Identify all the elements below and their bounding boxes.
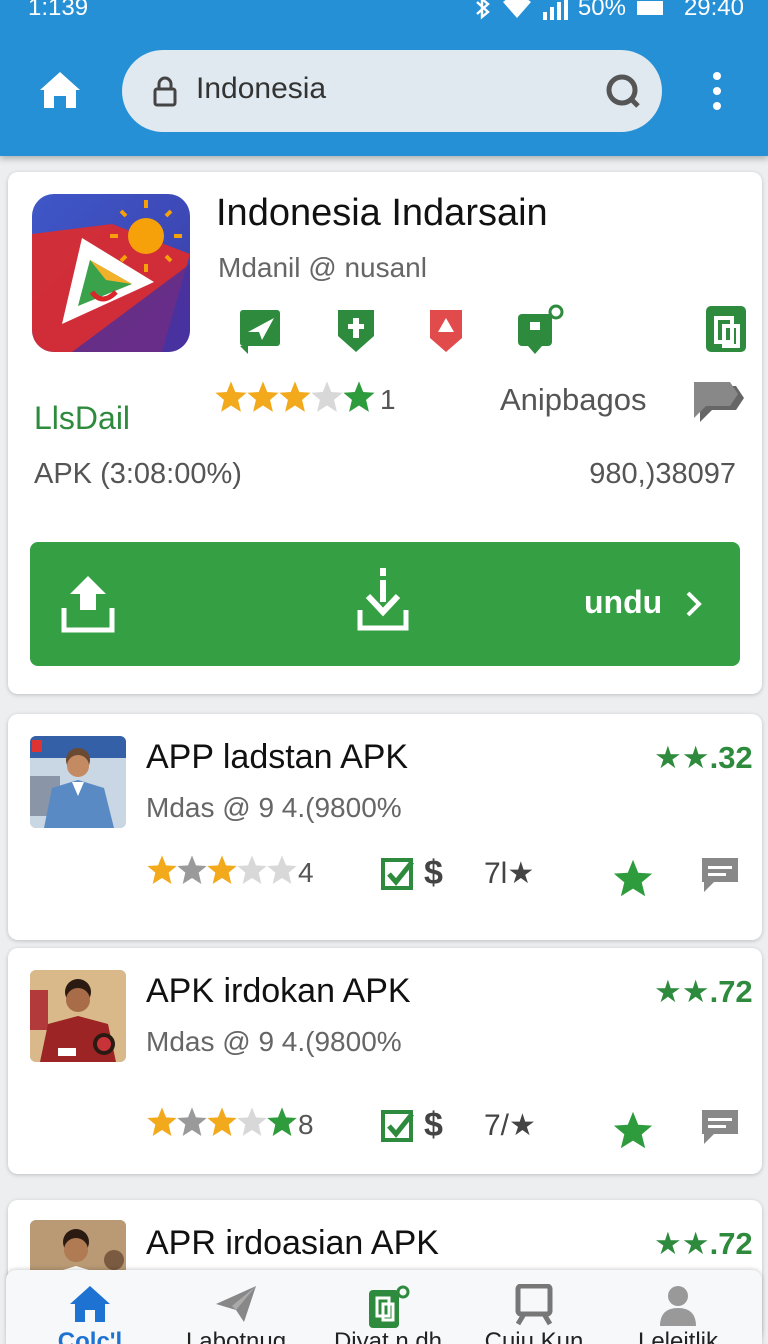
app-thumbnail [30, 736, 126, 828]
rating-stars: 4 [146, 854, 314, 891]
favorite-star-icon[interactable] [612, 858, 654, 898]
star-icon [147, 855, 177, 884]
play-logo-icon [32, 200, 190, 352]
chevron-right-icon [686, 591, 702, 617]
star-icon [267, 1107, 297, 1136]
nav-item-transit[interactable]: Cuiu Kun [464, 1270, 604, 1344]
home-icon[interactable] [36, 66, 84, 114]
price-label: ★★.72 [654, 1226, 753, 1261]
rating-stars: 8 [146, 1106, 314, 1143]
bluetooth-icon [476, 0, 490, 20]
send-icon [216, 1286, 256, 1322]
developer-name[interactable]: LlsDail [34, 400, 130, 437]
signal-icon [542, 0, 568, 20]
star-icon [311, 381, 343, 412]
app-icon[interactable] [32, 194, 190, 352]
category-label: Anipbagos [500, 382, 647, 417]
nav-label: Cuiu Kun [484, 1328, 584, 1344]
rating-count: 4 [298, 856, 314, 888]
app-title: APK irdokan APK [146, 972, 411, 1010]
search-icon[interactable] [604, 72, 642, 110]
app-title: Indonesia Indarsain [216, 192, 548, 234]
status-bar: 1:139 50% 29:40 [0, 0, 768, 30]
bottom-navigation: Colc'l Labotnug Diyat n dh Cuiu Kun Lele… [6, 1270, 762, 1344]
app-title: APP ladstan APK [146, 738, 409, 776]
app-title: APR irdoasian APK [146, 1224, 439, 1262]
nav-item-profile[interactable]: Leleitlik [608, 1270, 748, 1344]
upload-icon[interactable] [58, 570, 118, 636]
count-label: 7/★ [484, 1109, 536, 1142]
home-icon [70, 1286, 110, 1322]
star-icon [215, 381, 247, 412]
lock-icon [153, 76, 177, 107]
pin-icon[interactable] [420, 304, 472, 356]
nav-label: Colc'l [57, 1328, 123, 1344]
wifi-icon [502, 0, 531, 18]
star-icon [247, 381, 279, 412]
star-icon [343, 381, 375, 412]
status-time: 1:139 [28, 0, 89, 21]
star-icon [279, 381, 311, 412]
app-subtitle: Mdas @ 9 4.(9800% [146, 1026, 402, 1057]
check-icon[interactable] [380, 856, 416, 892]
nav-item-home[interactable]: Colc'l [20, 1270, 160, 1344]
more-vert-icon[interactable] [700, 70, 734, 112]
star-icon [267, 855, 297, 884]
download-label: undu [584, 584, 663, 620]
person-icon [660, 1286, 696, 1326]
action-icons [224, 304, 746, 356]
document-icon[interactable] [702, 304, 754, 356]
list-item[interactable]: APK irdokan APK Mdas @ 9 4.(9800% ★★.72 … [8, 948, 762, 1174]
star-icon [237, 1107, 267, 1136]
document-icon [369, 1285, 410, 1328]
download-icon [357, 568, 409, 631]
count-label: 7l★ [484, 857, 535, 890]
star-row [146, 1106, 297, 1143]
chat-icon[interactable] [698, 1106, 742, 1146]
star-icon [177, 1107, 207, 1136]
status-icons: 50% 29:40 [474, 0, 744, 22]
price-label: ★★.72 [654, 974, 753, 1009]
featured-app-card[interactable]: Indonesia Indarsain Mdanil @ nusanl 1 An… [8, 172, 762, 694]
star-icon [177, 855, 207, 884]
nav-item-documents[interactable]: Diyat n dh [318, 1270, 458, 1344]
star-row [146, 854, 297, 891]
rating-stars: 1 [214, 380, 396, 419]
battery-percent: 50% [577, 0, 626, 21]
shield-icon[interactable] [330, 304, 382, 356]
app-subtitle: Mdanil @ nusanl [218, 252, 427, 283]
app-thumbnail [30, 970, 126, 1062]
badge-icon[interactable] [514, 304, 566, 356]
star-icon [207, 1107, 237, 1136]
chat-icon[interactable] [698, 854, 742, 894]
nav-label: Diyat n dh [333, 1328, 443, 1344]
send-icon[interactable] [236, 304, 288, 356]
apk-info: APK (3:08:00%) [34, 458, 242, 490]
dollar-icon: $ [424, 1106, 443, 1144]
nav-item-send[interactable]: Labotnug [166, 1270, 306, 1344]
status-clock: 29:40 [683, 0, 744, 21]
star-icon [147, 1107, 177, 1136]
list-item[interactable]: APP ladstan APK Mdas @ 9 4.(9800% ★★.32 … [8, 714, 762, 940]
battery-icon [636, 1, 663, 15]
favorite-star-icon[interactable] [612, 1110, 654, 1150]
rating-count: 1 [380, 383, 396, 415]
rating-count: 8 [298, 1108, 314, 1140]
price-label: ★★.32 [654, 740, 753, 775]
search-bar[interactable]: Indonesia [122, 50, 662, 132]
star-icon [207, 855, 237, 884]
star-icon [237, 855, 267, 884]
nav-label: Labotnug [185, 1328, 287, 1344]
dollar-icon: $ [424, 854, 443, 892]
tram-icon [515, 1284, 553, 1326]
search-input[interactable]: Indonesia [196, 72, 326, 106]
app-bar: 1:139 50% 29:40 Indonesia [0, 0, 768, 156]
app-subtitle: Mdas @ 9 4.(9800% [146, 792, 402, 823]
nav-label: Leleitlik [637, 1328, 719, 1344]
star-row [214, 380, 375, 419]
check-icon[interactable] [380, 1108, 416, 1144]
chat-icon[interactable] [690, 380, 748, 426]
download-button[interactable]: undu [30, 542, 740, 666]
download-count: 980,)38097 [589, 458, 736, 490]
